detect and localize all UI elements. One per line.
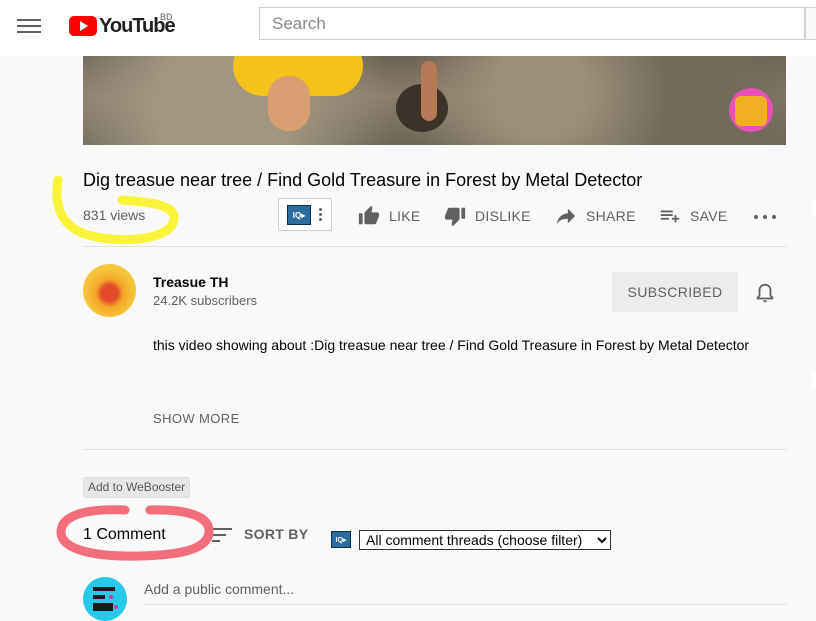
- more-icon[interactable]: [754, 215, 776, 221]
- yellow-highlight-annotation: [52, 175, 179, 245]
- like-label: LIKE: [389, 208, 421, 224]
- save-label: SAVE: [690, 208, 728, 224]
- red-highlight-annotation: [56, 505, 214, 561]
- scrollbar-tick: [812, 372, 816, 388]
- search-button[interactable]: [805, 7, 816, 40]
- subscriber-count: 24.2K subscribers: [153, 293, 258, 308]
- share-icon: [556, 208, 576, 225]
- bell-icon[interactable]: [754, 281, 776, 305]
- iq-extension-icon[interactable]: IQ▸: [331, 531, 351, 548]
- video-player[interactable]: [83, 56, 786, 145]
- kebab-icon: [319, 208, 323, 223]
- channel-avatar[interactable]: [83, 264, 136, 317]
- scrollbar-tick: [812, 200, 816, 216]
- comment-input-underline: [144, 604, 787, 605]
- user-avatar: [83, 577, 127, 621]
- comment-filter-select[interactable]: All comment threads (choose filter): [359, 530, 611, 550]
- video-description: this video showing about :Dig treasue ne…: [153, 337, 750, 353]
- thumbs-down-icon: [444, 207, 466, 227]
- youtube-logo[interactable]: YouTube: [69, 13, 176, 39]
- dislike-button[interactable]: DISLIKE: [443, 205, 531, 227]
- like-button[interactable]: LIKE: [357, 205, 421, 227]
- share-label: SHARE: [586, 208, 636, 224]
- sort-by-button[interactable]: SORT BY: [244, 526, 308, 542]
- divider: [83, 449, 786, 450]
- save-playlist-icon: [660, 210, 680, 223]
- show-more-button[interactable]: SHOW MORE: [153, 411, 240, 426]
- share-button[interactable]: SHARE: [554, 205, 636, 227]
- iq-extension-icon: IQ▸: [287, 205, 311, 225]
- country-code: BD: [160, 12, 173, 22]
- subscribe-button[interactable]: SUBSCRIBED: [612, 272, 738, 312]
- dislike-label: DISLIKE: [475, 208, 531, 224]
- save-button[interactable]: SAVE: [658, 205, 728, 227]
- divider: [83, 246, 786, 247]
- menu-icon[interactable]: [17, 16, 41, 36]
- iq-extension-button[interactable]: IQ▸: [278, 198, 332, 231]
- add-comment-input[interactable]: Add a public comment...: [144, 581, 787, 597]
- thumbs-up-icon: [358, 205, 380, 225]
- add-to-webooster-button[interactable]: Add to WeBooster: [83, 477, 191, 498]
- search-input[interactable]: [259, 7, 805, 40]
- sort-icon[interactable]: [212, 528, 232, 542]
- youtube-logo-icon: [69, 16, 97, 36]
- channel-name[interactable]: Treasue TH: [153, 274, 228, 290]
